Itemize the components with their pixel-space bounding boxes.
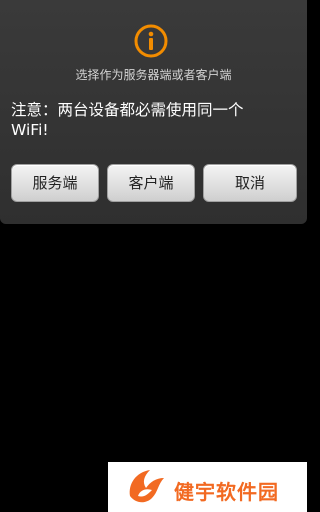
choice-dialog: 选择作为服务器端或者客户端 注意：两台设备都必需使用同一个WiFi! 服务端 客… bbox=[0, 0, 307, 224]
watermark-text: 健宇软件园 bbox=[174, 480, 279, 504]
info-icon bbox=[134, 24, 168, 58]
fox-logo-icon bbox=[129, 470, 164, 503]
screen: 选择作为服务器端或者客户端 注意：两台设备都必需使用同一个WiFi! 服务端 客… bbox=[0, 0, 307, 512]
watermark: 健宇软件园 bbox=[108, 462, 307, 512]
dialog-title: 选择作为服务器端或者客户端 bbox=[75, 68, 232, 82]
server-button[interactable]: 服务端 bbox=[11, 164, 99, 202]
client-button[interactable]: 客户端 bbox=[107, 164, 195, 202]
cancel-button[interactable]: 取消 bbox=[203, 164, 297, 202]
dialog-message: 注意：两台设备都必需使用同一个WiFi! bbox=[11, 101, 244, 139]
